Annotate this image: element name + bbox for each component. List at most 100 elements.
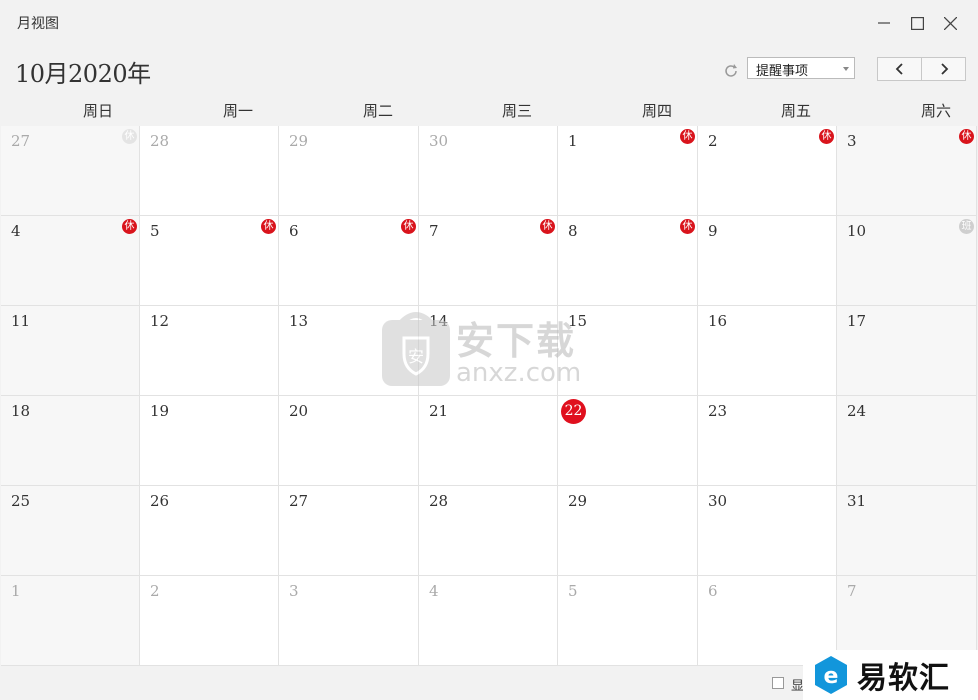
dropdown-arrow-icon xyxy=(843,67,849,71)
day-number: 29 xyxy=(568,492,588,510)
day-number: 28 xyxy=(429,492,449,510)
day-cell[interactable]: 11 xyxy=(1,306,140,396)
day-number: 1 xyxy=(11,582,21,600)
minimize-icon xyxy=(878,22,890,24)
maximize-button[interactable] xyxy=(904,10,930,36)
close-button[interactable] xyxy=(937,10,963,36)
day-cell[interactable]: 15 xyxy=(558,306,698,396)
holiday-badge: 休 xyxy=(122,219,137,234)
day-number: 4 xyxy=(11,222,21,240)
day-cell[interactable]: 2 xyxy=(140,576,279,666)
weekday-0: 周日 xyxy=(82,102,113,120)
workday-badge: 班 xyxy=(959,219,974,234)
day-cell[interactable]: 4休 xyxy=(1,216,140,306)
holiday-badge: 休 xyxy=(959,129,974,144)
weekday-6: 周六 xyxy=(920,102,951,120)
month-title: 10月2020年 xyxy=(15,60,151,88)
close-icon xyxy=(943,16,957,30)
logo-e-icon: e xyxy=(815,656,847,694)
day-number: 7 xyxy=(847,582,857,600)
day-cell[interactable]: 10 班 xyxy=(837,216,977,306)
reminder-filter-value: 提醒事项 xyxy=(756,64,809,79)
day-cell[interactable]: 27 xyxy=(279,486,419,576)
day-cell[interactable]: 26 xyxy=(140,486,279,576)
day-number: 17 xyxy=(847,312,867,330)
day-cell[interactable]: 3 xyxy=(279,576,419,666)
day-number: 27 xyxy=(289,492,309,510)
day-number: 3 xyxy=(847,132,857,150)
day-cell[interactable]: 3休 xyxy=(837,126,977,216)
day-number: 20 xyxy=(289,402,309,420)
day-cell[interactable]: 5 xyxy=(558,576,698,666)
day-cell[interactable]: 2休 xyxy=(698,126,837,216)
prev-month-button[interactable] xyxy=(878,58,921,80)
day-number: 11 xyxy=(11,312,31,330)
window-title: 月视图 xyxy=(17,16,59,32)
day-cell[interactable]: 17 xyxy=(837,306,977,396)
day-number: 10 xyxy=(847,222,867,240)
weekday-5: 周五 xyxy=(780,102,811,120)
day-cell[interactable]: 14 xyxy=(419,306,558,396)
day-number: 2 xyxy=(708,132,718,150)
maximize-icon xyxy=(910,16,924,30)
day-cell[interactable]: 23 xyxy=(698,396,837,486)
logo-text: 易软汇 xyxy=(857,661,950,696)
day-cell[interactable]: 9 xyxy=(698,216,837,306)
day-cell[interactable]: 29 xyxy=(558,486,698,576)
day-cell[interactable]: 1休 xyxy=(558,126,698,216)
day-cell[interactable]: 6休 xyxy=(279,216,419,306)
day-cell[interactable]: 22 xyxy=(558,396,698,486)
day-cell[interactable]: 25 xyxy=(1,486,140,576)
day-number: 8 xyxy=(568,222,578,240)
day-cell[interactable]: 5休 xyxy=(140,216,279,306)
day-cell[interactable]: 18 xyxy=(1,396,140,486)
day-number: 6 xyxy=(289,222,299,240)
reminder-filter-select[interactable]: 提醒事项 xyxy=(747,57,855,79)
day-number: 1 xyxy=(568,132,578,150)
day-number: 29 xyxy=(289,132,309,150)
day-cell[interactable]: 20 xyxy=(279,396,419,486)
holiday-badge: 休 xyxy=(540,219,555,234)
day-cell[interactable]: 28 xyxy=(419,486,558,576)
day-cell[interactable]: 28 xyxy=(140,126,279,216)
weekday-1: 周一 xyxy=(222,102,253,120)
day-number: 24 xyxy=(847,402,867,420)
show-checkbox[interactable] xyxy=(772,677,784,689)
minimize-button[interactable] xyxy=(871,10,897,36)
next-month-button[interactable] xyxy=(921,58,965,80)
day-cell[interactable]: 12 xyxy=(140,306,279,396)
day-number: 4 xyxy=(429,582,439,600)
refresh-icon[interactable] xyxy=(722,62,740,80)
day-number: 13 xyxy=(289,312,309,330)
day-cell[interactable]: 31 xyxy=(837,486,977,576)
day-cell[interactable]: 30 xyxy=(419,126,558,216)
day-cell[interactable]: 7休 xyxy=(419,216,558,306)
day-number: 27 xyxy=(11,132,31,150)
holiday-badge: 休 xyxy=(122,129,137,144)
day-number: 2 xyxy=(150,582,160,600)
day-cell[interactable]: 19 xyxy=(140,396,279,486)
day-number: 5 xyxy=(150,222,160,240)
day-cell[interactable]: 13 xyxy=(279,306,419,396)
day-cell[interactable]: 16 xyxy=(698,306,837,396)
day-number: 23 xyxy=(708,402,728,420)
day-number: 12 xyxy=(150,312,170,330)
holiday-badge: 休 xyxy=(680,129,695,144)
weekday-header: 周日 周一 周二 周三 周四 周五 周六 xyxy=(0,96,978,126)
day-number: 21 xyxy=(429,402,449,420)
chevron-left-icon xyxy=(895,63,903,75)
day-cell[interactable]: 21 xyxy=(419,396,558,486)
day-cell[interactable]: 8休 xyxy=(558,216,698,306)
day-cell[interactable]: 29 xyxy=(279,126,419,216)
day-number: 30 xyxy=(708,492,728,510)
weekday-2: 周二 xyxy=(362,102,393,120)
svg-text:e: e xyxy=(824,664,839,689)
day-cell[interactable]: 4 xyxy=(419,576,558,666)
day-cell[interactable]: 27 休 xyxy=(1,126,140,216)
day-number: 25 xyxy=(11,492,31,510)
day-cell[interactable]: 30 xyxy=(698,486,837,576)
day-cell[interactable]: 24 xyxy=(837,396,977,486)
day-cell[interactable]: 1 xyxy=(1,576,140,666)
day-number: 18 xyxy=(11,402,31,420)
chevron-right-icon xyxy=(940,63,948,75)
